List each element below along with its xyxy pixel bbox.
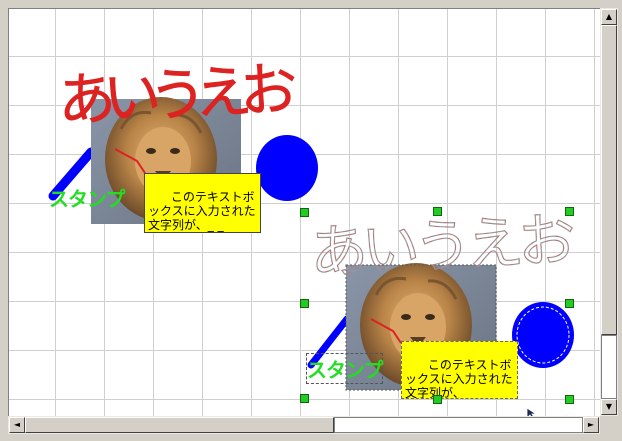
scroll-down-button[interactable]: ▼ — [601, 399, 617, 415]
svg-text:あいうえお: あいうえお — [56, 55, 299, 135]
copy-blue-circle[interactable] — [512, 302, 574, 368]
scroll-left-button[interactable]: ◄ — [9, 417, 25, 433]
stamp-text[interactable]: スタンプ — [49, 183, 125, 212]
copy-text-box-content: このテキストボックスに入力された文字列が、 — [405, 358, 513, 399]
copy-text-box-cursor: _ _ — [464, 386, 481, 399]
horizontal-scroll-thumb[interactable] — [25, 417, 334, 433]
selection-handle-bottom-left[interactable] — [300, 394, 309, 403]
handwriting-japanese[interactable]: あいうえお — [56, 54, 300, 135]
text-box-content: このテキストボックスに入力された文字列が、 — [148, 190, 256, 232]
scroll-right-button[interactable]: ► — [583, 417, 599, 433]
blue-circle[interactable] — [256, 135, 318, 201]
selection-handle-top-right[interactable] — [565, 207, 574, 216]
selection-handle-top-left[interactable] — [300, 208, 309, 217]
copy-text-box[interactable]: このテキストボックスに入力された文字列が、_ _ — [401, 341, 518, 399]
horizontal-scrollbar[interactable]: ◄ ► — [8, 416, 600, 434]
scroll-up-button[interactable]: ▲ — [601, 9, 617, 25]
vertical-scrollbar[interactable]: ▲ ▼ — [600, 8, 618, 416]
text-box[interactable]: このテキストボックスに入力された文字列が、_ _ — [144, 173, 261, 233]
selection-handle-top-center[interactable] — [433, 207, 442, 216]
vertical-scroll-track[interactable] — [601, 335, 617, 399]
copy-handwriting-japanese[interactable]: あいうえお あいうえお — [308, 205, 578, 288]
selection-handle-bottom-center[interactable] — [433, 395, 442, 404]
selection-handle-bottom-right[interactable] — [565, 395, 574, 404]
editor-window: あいうえお あいうえお あいうえお スタンプ このテキストボックスに入力された文… — [0, 0, 622, 441]
selection-handle-middle-right[interactable] — [565, 299, 574, 308]
drawing-canvas[interactable]: あいうえお あいうえお あいうえお スタンプ このテキストボックスに入力された文… — [8, 8, 601, 417]
svg-text:あいうえお: あいうえお — [308, 205, 577, 287]
scrollbar-corner — [600, 416, 618, 434]
text-box-cursor: _ _ — [207, 218, 224, 232]
horizontal-scroll-track[interactable] — [334, 417, 583, 433]
selection-handle-middle-left[interactable] — [300, 299, 309, 308]
copy-stamp-text[interactable]: スタンプ — [306, 353, 383, 384]
vertical-scroll-thumb[interactable] — [601, 25, 617, 335]
